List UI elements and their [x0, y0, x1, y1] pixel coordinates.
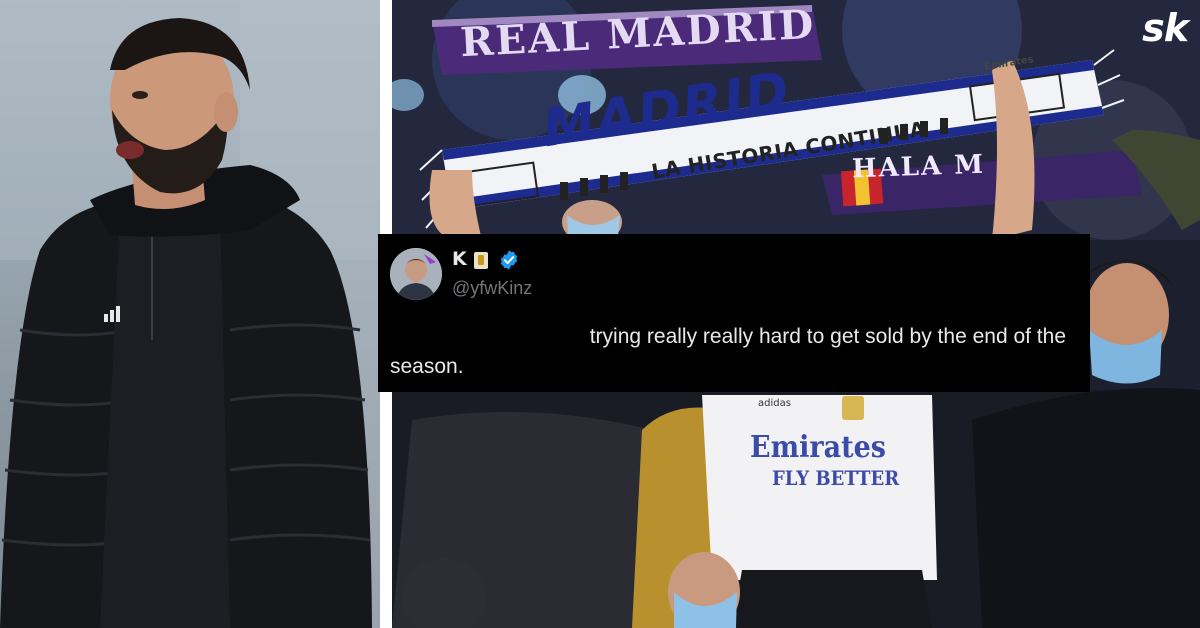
- scarf-third-text: HALA M: [851, 149, 986, 185]
- avatar[interactable]: [390, 248, 442, 300]
- tweet-card[interactable]: K @yfwKinz trying really really hard to …: [378, 234, 1090, 392]
- jersey-sponsor-line2: FLY BETTER: [772, 466, 900, 490]
- tweet-text-line2: season.: [390, 355, 464, 378]
- tweet-text-line1: trying really really hard to get sold by…: [589, 325, 1066, 348]
- tweet-body: trying really really hard to get sold by…: [378, 322, 1078, 382]
- jersey-sponsor-line1: Emirates: [750, 430, 886, 465]
- sticker-emoji-icon: [474, 252, 488, 269]
- display-name[interactable]: K: [452, 248, 467, 270]
- left-photo: [0, 0, 380, 628]
- avatar-image: [390, 248, 442, 300]
- sportskeeda-logo: sk: [1142, 6, 1189, 50]
- jersey-brand-text: adidas: [758, 398, 791, 409]
- verified-badge-icon: [500, 250, 518, 270]
- coach-photo-illustration: [0, 0, 380, 628]
- user-handle[interactable]: @yfwKinz: [452, 278, 532, 299]
